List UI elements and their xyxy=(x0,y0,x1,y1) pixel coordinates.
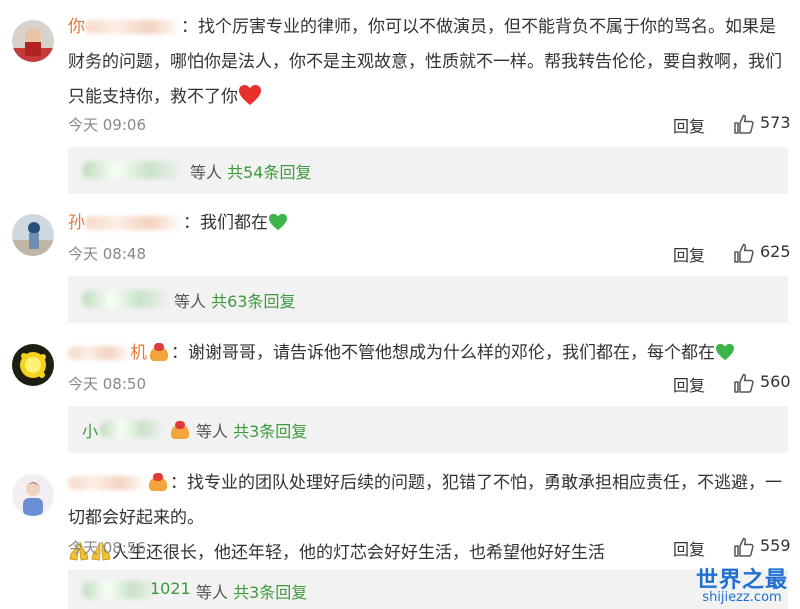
subreply-text: 等人 共3条回复 xyxy=(196,422,308,441)
subreply-count[interactable]: 共63条回复 xyxy=(211,292,295,311)
reply-button[interactable]: 回复 xyxy=(673,372,705,396)
vip-badge-icon xyxy=(148,473,170,491)
avatar[interactable] xyxy=(12,214,54,256)
vip-badge-icon xyxy=(170,421,192,439)
like-count: 560 xyxy=(760,372,791,391)
subreply-summary[interactable]: 1021 等人 共3条回复 xyxy=(68,570,788,609)
comment-meta: 今天 08:50 回复 560 xyxy=(68,371,791,396)
subreply-summary[interactable]: 小 等人 共3条回复 xyxy=(68,406,788,453)
subreply-text: 等人 共54条回复 xyxy=(190,163,312,182)
subreply-count[interactable]: 共3条回复 xyxy=(233,583,307,602)
comment-line-1: ：找专业的团队处理好后续的问题，犯错了不怕，勇敢承担相应责任，不逃避，一切都会好… xyxy=(68,473,782,528)
like-count: 559 xyxy=(760,536,791,555)
comment-username[interactable]: 你 xyxy=(68,17,181,37)
avatar[interactable] xyxy=(12,20,54,62)
comment-text: 机：谢谢哥哥，请告诉他不管他想成为什么样的邓伦，我们都在，每个都在 xyxy=(68,336,790,371)
comment-meta: 今天 09:06 回复 573 xyxy=(68,112,791,137)
subreply-username-visible: 小 xyxy=(82,422,99,441)
comment-time: 今天 08:56 xyxy=(68,539,146,557)
reply-button[interactable]: 回复 xyxy=(673,536,705,560)
subreply-usernames xyxy=(82,161,184,179)
thumbs-up-icon xyxy=(734,243,754,263)
like-count: 625 xyxy=(760,242,791,261)
comment-time: 今天 08:50 xyxy=(68,375,146,393)
comment-text: 你：找个厉害专业的律师，你可以不做演员，但不能背负不属于你的骂名。如果是财务的问… xyxy=(68,17,782,107)
subreply-count[interactable]: 共3条回复 xyxy=(233,422,307,441)
avatar[interactable] xyxy=(12,344,54,386)
thumbs-up-icon xyxy=(734,537,754,557)
green-heart-icon xyxy=(269,213,287,231)
comment-time: 今天 08:48 xyxy=(68,245,146,263)
comment-username[interactable]: 孙 xyxy=(68,213,183,233)
green-heart-icon xyxy=(716,343,734,361)
thumbs-up-icon xyxy=(734,114,754,134)
subreply-usernames xyxy=(100,420,164,438)
red-heart-icon xyxy=(239,85,261,105)
subreply-username-visible: 1021 xyxy=(150,579,191,598)
subreply-usernames xyxy=(82,290,170,308)
like-count: 573 xyxy=(760,113,791,132)
watermark-url: shijiezz.com xyxy=(702,590,782,605)
comment-username[interactable]: 机 xyxy=(68,343,171,363)
subreply-text: 等人 共63条回复 xyxy=(174,292,296,311)
comment-username[interactable] xyxy=(68,473,170,493)
reply-button[interactable]: 回复 xyxy=(673,242,705,266)
comment-text: 孙：我们都在 xyxy=(68,206,790,241)
vip-badge-icon xyxy=(149,343,171,361)
subreply-text: 等人 共3条回复 xyxy=(196,583,308,602)
comment-meta: 今天 08:56 回复 559 xyxy=(68,535,791,560)
subreply-usernames xyxy=(82,581,158,599)
site-watermark: 世界之最 shijiezz.com xyxy=(692,562,792,605)
subreply-summary[interactable]: 等人 共54条回复 xyxy=(68,147,788,194)
comment-time: 今天 09:06 xyxy=(68,116,146,134)
subreply-summary[interactable]: 等人 共63条回复 xyxy=(68,276,788,323)
comment-meta: 今天 08:48 回复 625 xyxy=(68,241,791,266)
thumbs-up-icon xyxy=(734,373,754,393)
avatar[interactable] xyxy=(12,474,54,516)
subreply-count[interactable]: 共54条回复 xyxy=(227,163,311,182)
reply-button[interactable]: 回复 xyxy=(673,113,705,137)
